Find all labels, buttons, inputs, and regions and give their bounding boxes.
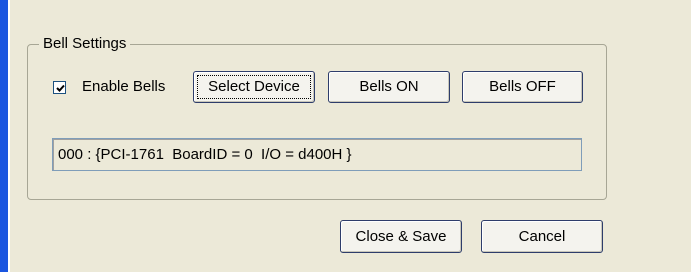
bells-off-button[interactable]: Bells OFF [462, 71, 583, 103]
device-info-field[interactable]: 000 : {PCI-1761 BoardID = 0 I/O = d400H … [52, 138, 582, 171]
cancel-label: Cancel [518, 227, 566, 245]
enable-bells-label: Enable Bells [82, 78, 166, 95]
select-device-label: Select Device [208, 78, 300, 95]
bells-off-label: Bells OFF [489, 78, 556, 95]
select-device-button[interactable]: Select Device [193, 71, 315, 103]
close-save-button[interactable]: Close & Save [340, 220, 462, 253]
bells-on-button[interactable]: Bells ON [328, 71, 450, 103]
cancel-button[interactable]: Cancel [481, 220, 603, 253]
window-frame-highlight [8, 0, 10, 272]
bells-on-label: Bells ON [359, 78, 419, 95]
bell-settings-group [27, 44, 607, 200]
window-frame-edge [0, 0, 8, 272]
checkmark-icon [56, 84, 65, 92]
enable-bells-checkbox[interactable] [53, 80, 66, 94]
close-save-label: Close & Save [355, 227, 447, 245]
enable-bells-checkbox-row[interactable]: Enable Bells [53, 77, 165, 97]
bell-settings-title: Bell Settings [39, 34, 131, 54]
